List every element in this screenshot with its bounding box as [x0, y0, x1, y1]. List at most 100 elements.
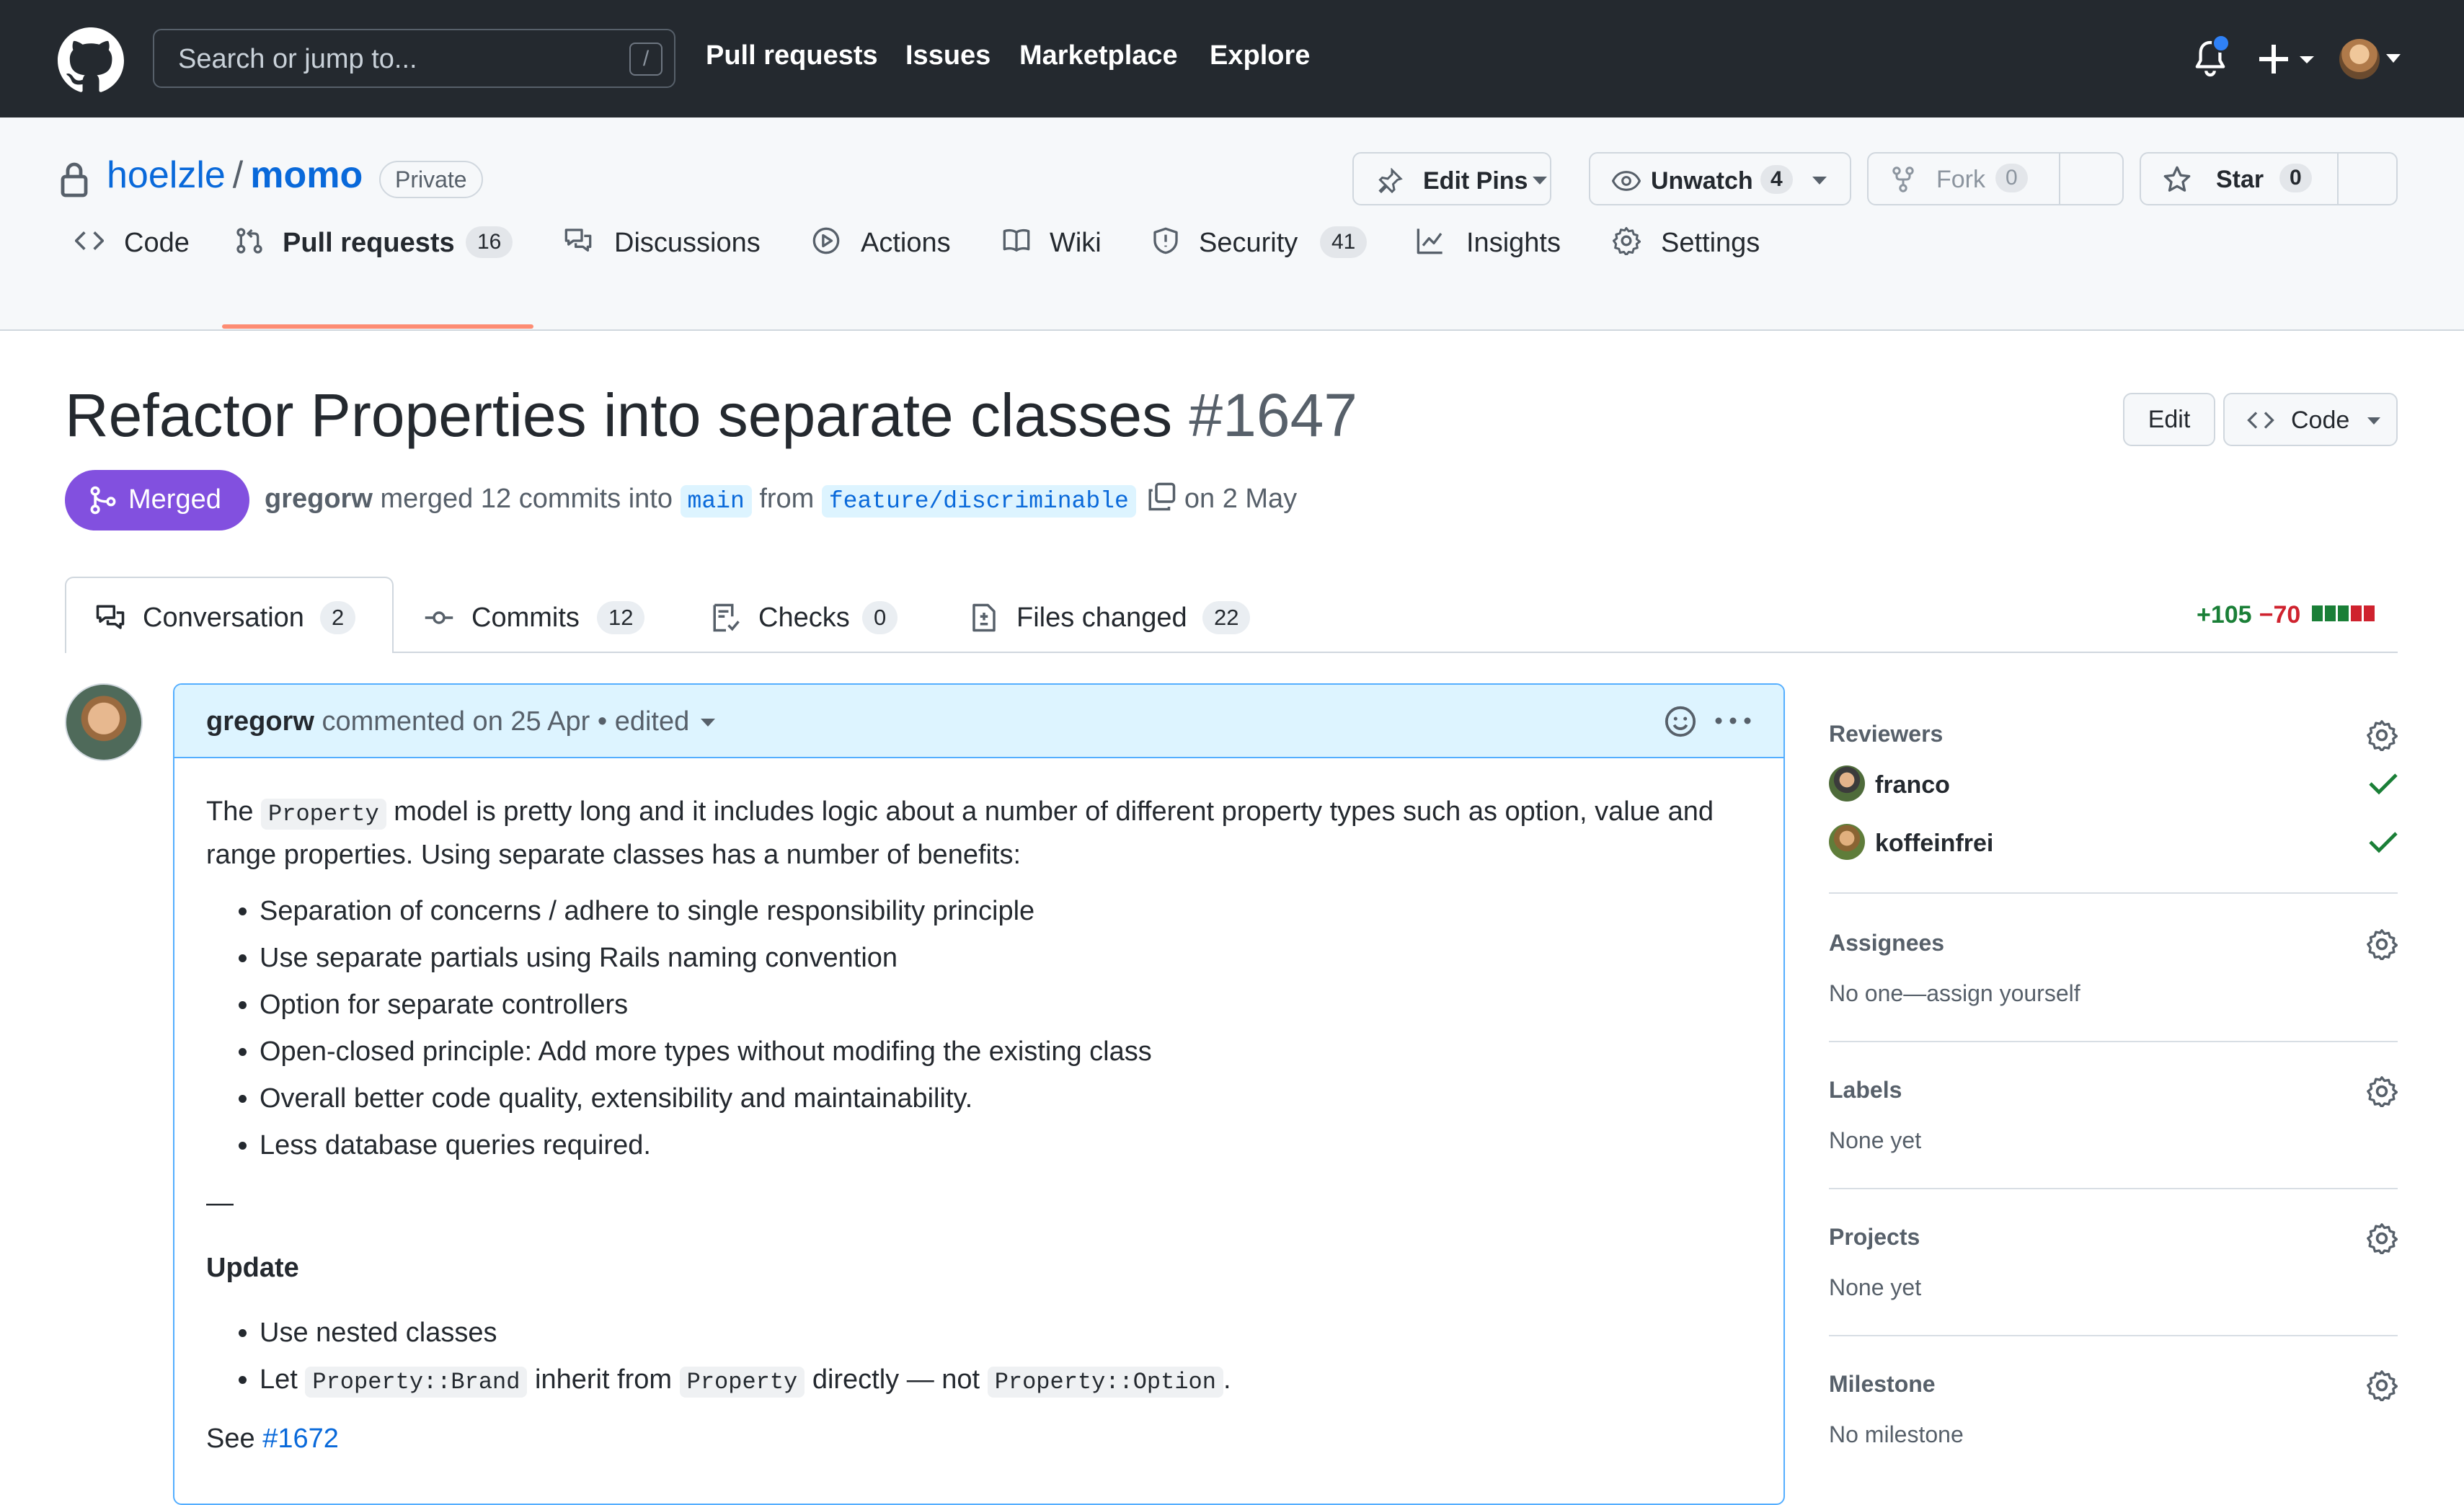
- projects-section: Projects None yet: [1829, 1189, 2398, 1336]
- from-text: from: [759, 484, 815, 514]
- repo-name-link[interactable]: momo: [250, 154, 363, 196]
- user-menu[interactable]: [2339, 36, 2404, 81]
- create-new-plus-icon[interactable]: [2256, 42, 2317, 76]
- base-branch[interactable]: main: [680, 485, 752, 518]
- graph-icon: [1417, 228, 1442, 254]
- code-button-label: Code: [2291, 407, 2350, 434]
- files-changed-count: 22: [1202, 601, 1251, 634]
- issue-link[interactable]: #1672: [262, 1424, 339, 1454]
- edit-pins-button[interactable]: Edit Pins: [1352, 152, 1551, 205]
- gear-icon[interactable]: [2366, 1222, 2398, 1254]
- code-dropdown-button[interactable]: Code: [2223, 393, 2398, 446]
- edited-label[interactable]: edited: [615, 706, 690, 737]
- list-item: Use nested classes: [260, 1313, 1756, 1353]
- tab-label: Actions: [861, 228, 951, 258]
- labels-section: Labels None yet: [1829, 1042, 2398, 1189]
- unwatch-button[interactable]: Unwatch 4: [1589, 152, 1851, 205]
- labels-value: None yet: [1829, 1127, 1922, 1153]
- reviewers-title[interactable]: Reviewers: [1829, 721, 1943, 747]
- tab-label: Wiki: [1050, 228, 1102, 258]
- milestone-title[interactable]: Milestone: [1829, 1371, 1936, 1398]
- inline-code: Property::Brand: [305, 1367, 528, 1398]
- search-input[interactable]: Search or jump to... /: [153, 29, 675, 88]
- nav-explore[interactable]: Explore: [1210, 40, 1310, 71]
- nav-issues[interactable]: Issues: [905, 40, 991, 71]
- comment-timestamp[interactable]: commented on 25 Apr: [322, 706, 590, 737]
- repository-title: hoelzle / momo: [107, 154, 363, 197]
- list-item: Option for separate controllers: [260, 985, 1756, 1025]
- benefits-list: Separation of concerns / adhere to singl…: [206, 891, 1756, 1166]
- comment-author[interactable]: gregorw: [206, 706, 314, 737]
- conversation-count: 2: [320, 601, 356, 634]
- watchers-count: 4: [1760, 165, 1793, 194]
- list-item: Open-closed principle: Add more types wi…: [260, 1031, 1756, 1072]
- edit-title-button[interactable]: Edit: [2123, 393, 2215, 446]
- text: Let: [260, 1364, 298, 1395]
- checklist-icon: [713, 603, 740, 632]
- tab-label: Files changed: [1016, 603, 1187, 633]
- assignees-section: Assignees No one—assign yourself: [1829, 894, 2398, 1042]
- list-item: Less database queries required.: [260, 1125, 1756, 1166]
- gear-icon[interactable]: [2366, 1369, 2398, 1401]
- comment-header: gregorw commented on 25 Apr • edited: [174, 685, 1783, 758]
- projects-value: None yet: [1829, 1274, 1922, 1300]
- reviewer-name[interactable]: franco: [1875, 771, 1950, 799]
- labels-title[interactable]: Labels: [1829, 1077, 1902, 1104]
- tab-label: Checks: [758, 603, 850, 633]
- diffstat-del-block: [2364, 605, 2375, 621]
- caret-down-icon: [2367, 417, 2380, 425]
- caret-down-icon[interactable]: [701, 719, 716, 727]
- pr-number: #1647: [1189, 381, 1358, 449]
- search-shortcut-key: /: [629, 43, 662, 76]
- github-logo-icon[interactable]: [58, 27, 124, 94]
- diffstat-add-block: [2312, 605, 2323, 621]
- search-placeholder: Search or jump to...: [178, 44, 417, 74]
- assign-yourself-link[interactable]: No one—assign yourself: [1829, 980, 2080, 1007]
- reviewer-avatar[interactable]: [1829, 824, 1865, 860]
- comment-author-avatar[interactable]: [65, 683, 143, 761]
- shield-icon: [1153, 227, 1178, 254]
- gear-icon[interactable]: [2366, 1075, 2398, 1107]
- visibility-badge: Private: [379, 161, 483, 198]
- assignees-title[interactable]: Assignees: [1829, 930, 1944, 956]
- git-merge-icon: [90, 486, 116, 515]
- see-also-line: See #1672: [206, 1419, 1756, 1459]
- merged-by-user[interactable]: gregorw: [265, 484, 373, 514]
- inline-code: Property::Option: [987, 1367, 1223, 1398]
- unwatch-label: Unwatch: [1651, 167, 1753, 195]
- nav-marketplace[interactable]: Marketplace: [1019, 40, 1178, 71]
- copy-icon[interactable]: [1146, 481, 1176, 512]
- merged-label: Merged: [128, 484, 221, 515]
- reviewer-avatar[interactable]: [1829, 765, 1865, 802]
- fork-button[interactable]: Fork 0: [1869, 154, 2060, 204]
- add-reaction-smiley-icon[interactable]: [1664, 705, 1697, 738]
- text: inherit from: [535, 1364, 673, 1395]
- forks-count: 0: [1995, 164, 2028, 192]
- security-count: 41: [1320, 226, 1368, 258]
- pr-title-text: Refactor Properties into separate classe…: [65, 381, 1173, 449]
- tab-label: Settings: [1661, 228, 1760, 258]
- comment-body: The Property model is pretty long and it…: [206, 791, 1756, 1459]
- comment-meta: gregorw commented on 25 Apr • edited: [206, 706, 716, 737]
- milestone-value: No milestone: [1829, 1421, 1964, 1447]
- gear-icon[interactable]: [2366, 719, 2398, 751]
- reviewer-name[interactable]: koffeinfrei: [1875, 830, 1993, 858]
- git-commit-icon: [425, 611, 453, 624]
- git-pull-request-icon: [236, 228, 262, 254]
- tab-label: Security: [1199, 228, 1298, 258]
- gear-icon[interactable]: [2366, 928, 2398, 960]
- deletions-count: −70: [2259, 601, 2301, 629]
- code-icon: [2247, 412, 2274, 429]
- kebab-horizontal-icon[interactable]: [1714, 715, 1752, 727]
- star-button[interactable]: Star 0: [2141, 154, 2339, 204]
- pull-request-title: Refactor Properties into separate classe…: [65, 381, 1357, 450]
- fork-label: Fork: [1936, 166, 1985, 193]
- head-branch[interactable]: feature/discriminable: [821, 485, 1136, 518]
- fork-split-button: Fork 0: [1867, 152, 2124, 205]
- pr-merge-summary: gregorw merged 12 commits into main from…: [265, 481, 1297, 518]
- check-icon: [2369, 832, 2398, 853]
- edit-pins-label: Edit Pins: [1423, 167, 1528, 195]
- nav-pull-requests[interactable]: Pull requests: [706, 40, 878, 71]
- projects-title[interactable]: Projects: [1829, 1224, 1920, 1251]
- repo-owner-link[interactable]: hoelzle: [107, 154, 226, 196]
